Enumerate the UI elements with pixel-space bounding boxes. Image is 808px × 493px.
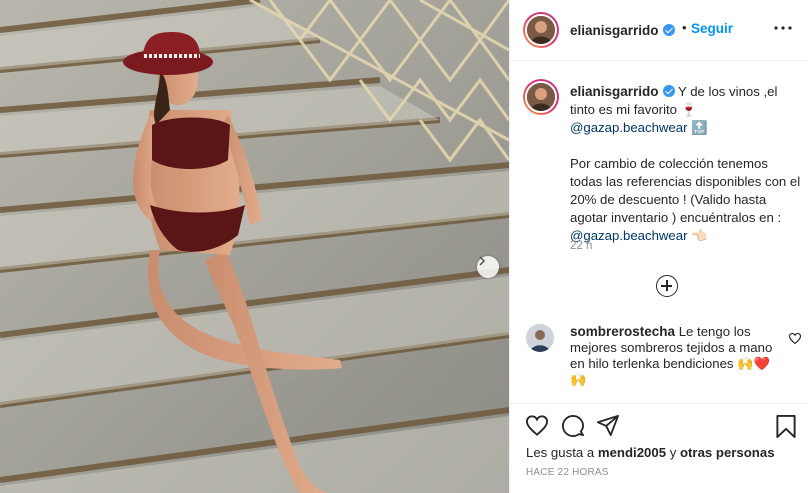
bookmark-icon (776, 415, 796, 438)
comment-text: sombrerostecha Le tengo los mejores somb… (570, 324, 778, 388)
post-photo[interactable] (0, 0, 509, 493)
like-button[interactable] (525, 415, 549, 439)
heart-outline-icon (788, 332, 802, 345)
caption-paragraph-2: Por cambio de colección tenemos todas la… (570, 155, 802, 245)
follow-button[interactable]: Seguir (691, 21, 733, 36)
likes-connector: y (669, 445, 677, 460)
posted-time[interactable]: Hace 22 horas (526, 467, 609, 478)
verified-badge-icon (662, 24, 675, 36)
caption-paragraph-1: elianisgarrido Y de los vinos ,el tinto … (570, 83, 802, 137)
photo-illustration (0, 0, 509, 493)
commenter-avatar[interactable] (526, 324, 554, 352)
post-actions: Les gusta a mendi2005 y otras personas H… (510, 403, 808, 493)
likes-user[interactable]: mendi2005 (598, 445, 666, 460)
next-photo-button[interactable] (477, 256, 499, 278)
top-emoji: 🔝 (691, 120, 708, 135)
avatar-photo-icon (527, 83, 555, 111)
more-options-button[interactable] (773, 19, 793, 37)
share-button[interactable] (597, 415, 619, 439)
likes-others[interactable]: otras personas (680, 445, 775, 460)
post-side-panel: elianisgarrido • Seguir elianisgarrido Y… (509, 0, 808, 493)
commenter-username[interactable]: sombrerostecha (570, 324, 675, 339)
save-button[interactable] (776, 415, 796, 441)
point-emoji: 👈🏻 (691, 228, 708, 243)
chevron-right-icon (479, 256, 486, 266)
author-avatar[interactable] (523, 12, 559, 48)
heart-icon (525, 415, 549, 436)
caption-username[interactable]: elianisgarrido (570, 84, 659, 99)
separator-dot: • (682, 20, 687, 35)
avatar-photo-icon (526, 324, 554, 352)
caption-timestamp[interactable]: 22 h (570, 240, 592, 252)
caption-author-avatar[interactable] (523, 79, 559, 115)
verified-badge-icon (662, 85, 675, 97)
caption-promo-text: Por cambio de colección tenemos todas la… (570, 156, 801, 225)
comment-like-button[interactable] (788, 331, 802, 347)
caption-gap (570, 137, 802, 155)
author-username-wrap[interactable]: elianisgarrido (570, 22, 675, 38)
instagram-post: elianisgarrido • Seguir elianisgarrido Y… (0, 0, 808, 493)
share-icon (597, 415, 619, 436)
likes-summary: Les gusta a mendi2005 y otras personas (526, 445, 775, 460)
more-horizontal-icon (774, 26, 792, 30)
load-more-comments-button[interactable] (656, 275, 678, 297)
post-header: elianisgarrido • Seguir (510, 0, 808, 61)
comment-button[interactable] (562, 415, 584, 440)
caption-text: elianisgarrido Y de los vinos ,el tinto … (570, 83, 802, 245)
avatar-photo-icon (527, 16, 555, 44)
comment-icon (562, 415, 584, 437)
wine-emoji: 🍷 (680, 102, 698, 117)
caption-mention-1[interactable]: @gazap.beachwear (570, 120, 688, 135)
likes-prefix: Les gusta a (526, 445, 595, 460)
author-username[interactable]: elianisgarrido (570, 23, 659, 38)
comment-item: sombrerostecha Le tengo los mejores somb… (510, 318, 808, 398)
